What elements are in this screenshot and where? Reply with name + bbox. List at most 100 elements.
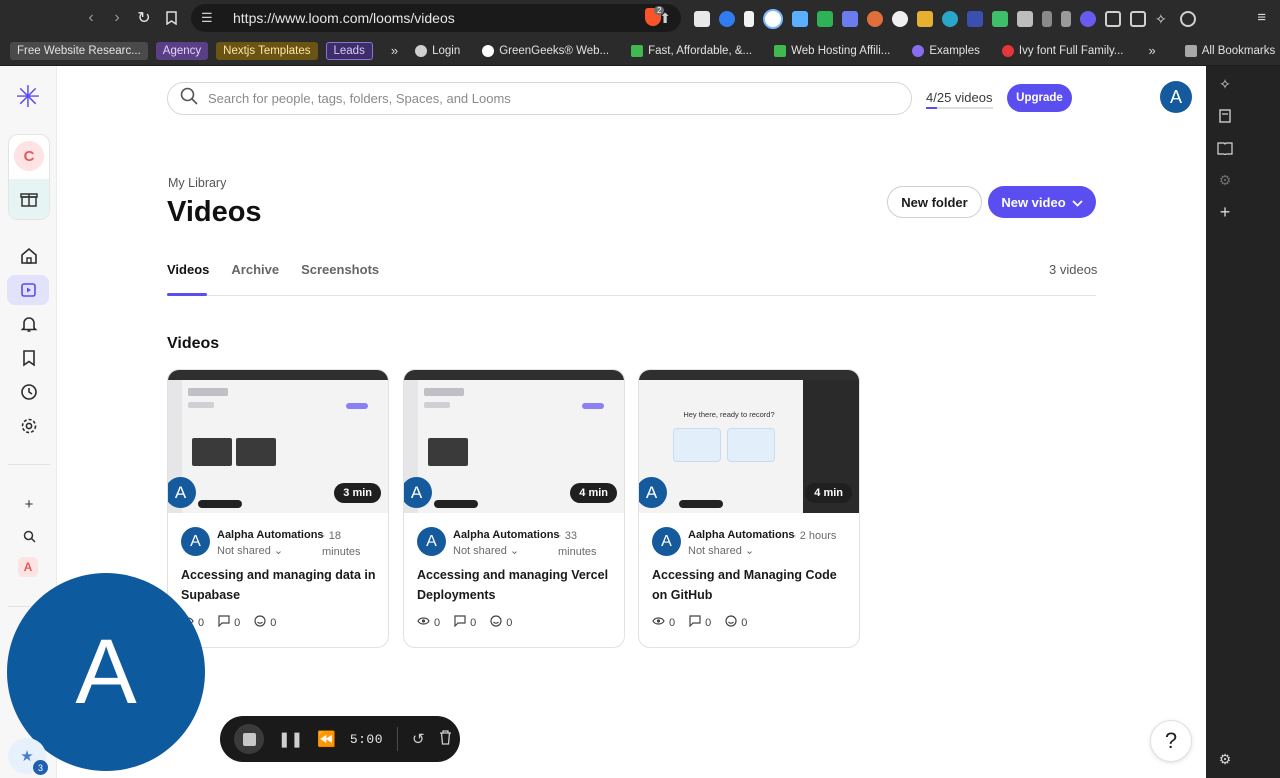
video-title[interactable]: Accessing and Managing Code on GitHub: [652, 565, 848, 605]
clock-icon[interactable]: [14, 377, 44, 407]
extension-icon[interactable]: [792, 11, 808, 27]
reload-icon[interactable]: ↻: [131, 5, 157, 31]
extension-icon[interactable]: [992, 11, 1008, 27]
extension-icon[interactable]: [942, 11, 958, 27]
trash-icon[interactable]: [439, 729, 452, 749]
pause-icon[interactable]: ❚❚: [278, 730, 303, 748]
extension-icon[interactable]: [917, 11, 933, 27]
video-card[interactable]: A 4 min A Aalpha Automations · 33 minute…: [403, 369, 625, 648]
bookmark-link[interactable]: Ivy font Full Family...: [995, 42, 1131, 60]
chevron-double-icon[interactable]: »: [391, 43, 398, 58]
video-thumbnail[interactable]: A 4 min: [404, 370, 624, 513]
chevron-double-icon[interactable]: »: [1148, 43, 1155, 58]
extension-icon[interactable]: [892, 11, 908, 27]
video-card[interactable]: Hey there, ready to record? A 4 min A Aa…: [638, 369, 860, 648]
author-name[interactable]: Aalpha Automations: [688, 529, 795, 541]
extension-icon[interactable]: [694, 11, 710, 27]
home-icon[interactable]: [14, 241, 44, 271]
thumb-controls: [198, 500, 242, 508]
bookmark-link[interactable]: GreenGeeks® Web...: [475, 42, 616, 60]
workspace-avatar-small[interactable]: A: [18, 557, 38, 577]
tab-archive[interactable]: Archive: [231, 262, 279, 277]
plus-icon[interactable]: +: [1216, 202, 1234, 222]
all-bookmarks[interactable]: All Bookmarks: [1178, 42, 1280, 60]
profile-icon[interactable]: [1180, 11, 1196, 27]
stop-button[interactable]: [234, 724, 264, 754]
gear-icon[interactable]: ⚙: [1216, 171, 1234, 189]
video-thumbnail[interactable]: Hey there, ready to record? A 4 min: [639, 370, 859, 513]
url-text[interactable]: https://www.loom.com/looms/videos: [233, 10, 659, 26]
video-title[interactable]: Accessing and managing Vercel Deployment…: [417, 565, 613, 605]
sparkle-icon[interactable]: ✧: [1155, 11, 1171, 27]
share-status[interactable]: Not shared ⌄: [217, 544, 283, 557]
back-icon[interactable]: ‹: [78, 5, 104, 31]
book-icon[interactable]: [1216, 139, 1234, 157]
address-bar[interactable]: ☰ https://www.loom.com/looms/videos ⬆: [191, 4, 681, 32]
forward-icon[interactable]: ›: [104, 5, 130, 31]
loom-extension-icon[interactable]: [763, 9, 783, 29]
bookmark-folder[interactable]: Agency: [155, 41, 209, 60]
bell-icon[interactable]: [14, 309, 44, 339]
video-title[interactable]: Accessing and managing data in Supabase: [181, 565, 377, 605]
bookmark-label: Fast, Affordable, &...: [648, 44, 753, 57]
author-avatar[interactable]: A: [181, 527, 210, 556]
search-icon[interactable]: [18, 525, 40, 547]
puzzle-icon[interactable]: [1105, 11, 1121, 27]
site-settings-icon[interactable]: ☰: [201, 10, 221, 26]
new-folder-button[interactable]: New folder: [887, 186, 982, 218]
gear-icon[interactable]: [14, 411, 44, 441]
author-avatar[interactable]: A: [417, 527, 446, 556]
help-button[interactable]: ?: [1150, 720, 1192, 762]
menu-icon[interactable]: ≡: [1257, 9, 1266, 26]
share-status[interactable]: Not shared ⌄: [453, 544, 519, 557]
extension-icon[interactable]: [867, 11, 883, 27]
share-status[interactable]: Not shared ⌄: [688, 544, 754, 557]
extension-icon[interactable]: [1061, 11, 1071, 27]
avatar[interactable]: A: [1160, 81, 1192, 113]
bookmark-link[interactable]: Web Hosting Affili...: [767, 42, 897, 60]
tab-videos[interactable]: Videos: [167, 262, 209, 277]
extension-icon[interactable]: [967, 11, 983, 27]
extension-icon[interactable]: [1080, 11, 1096, 27]
bookmark-link[interactable]: Examples: [905, 42, 987, 60]
gear-icon[interactable]: ⚙: [1216, 750, 1234, 768]
extension-icon[interactable]: [817, 11, 833, 27]
rewind-icon[interactable]: ⏪: [317, 730, 336, 748]
sidebar-toggle-icon[interactable]: [1130, 11, 1146, 27]
sparkle-icon[interactable]: ✧: [1216, 75, 1234, 93]
tab-screenshots[interactable]: Screenshots: [301, 262, 379, 277]
video-quota[interactable]: 4/25 videos: [926, 90, 993, 105]
time-ago-text: 18 minutes: [322, 530, 361, 558]
bookmark-folder[interactable]: Leads: [325, 41, 373, 60]
author-name[interactable]: Aalpha Automations: [217, 529, 324, 541]
upgrade-button[interactable]: Upgrade: [1007, 84, 1072, 112]
plus-icon[interactable]: +: [18, 493, 40, 515]
library-icon[interactable]: [7, 275, 49, 305]
breadcrumb[interactable]: My Library: [168, 176, 226, 190]
search-bar[interactable]: [167, 82, 912, 115]
views-count: 0: [434, 616, 441, 629]
thumb-button: [582, 403, 604, 409]
search-input[interactable]: [208, 91, 888, 106]
bookmark-page-icon[interactable]: [158, 5, 184, 31]
bookmark-folder[interactable]: Nextjs Templates: [216, 41, 318, 60]
extension-icon[interactable]: [719, 11, 735, 27]
bookmark-link[interactable]: Fast, Affordable, &...: [624, 42, 759, 60]
camera-icon[interactable]: [1017, 11, 1033, 27]
gift-icon[interactable]: [9, 179, 49, 219]
reading-list-icon[interactable]: [1216, 107, 1234, 125]
bookmark-link[interactable]: Login: [408, 42, 467, 60]
loom-logo-icon[interactable]: ✳: [14, 83, 42, 113]
bookmark-icon[interactable]: [14, 343, 44, 373]
extension-icon[interactable]: [842, 11, 858, 27]
workspace-avatar[interactable]: C: [14, 141, 44, 171]
bookmark-folder[interactable]: Free Website Researc...: [10, 41, 148, 60]
author-avatar[interactable]: A: [652, 527, 681, 556]
author-name[interactable]: Aalpha Automations: [453, 529, 560, 541]
video-card[interactable]: A 3 min A Aalpha Automations · 18 minute…: [167, 369, 389, 648]
video-thumbnail[interactable]: A 3 min: [168, 370, 388, 513]
extension-icon[interactable]: [1042, 11, 1052, 27]
extension-icon[interactable]: [744, 11, 754, 27]
restart-icon[interactable]: ↺: [412, 730, 425, 748]
new-video-button[interactable]: New video: [988, 186, 1096, 218]
